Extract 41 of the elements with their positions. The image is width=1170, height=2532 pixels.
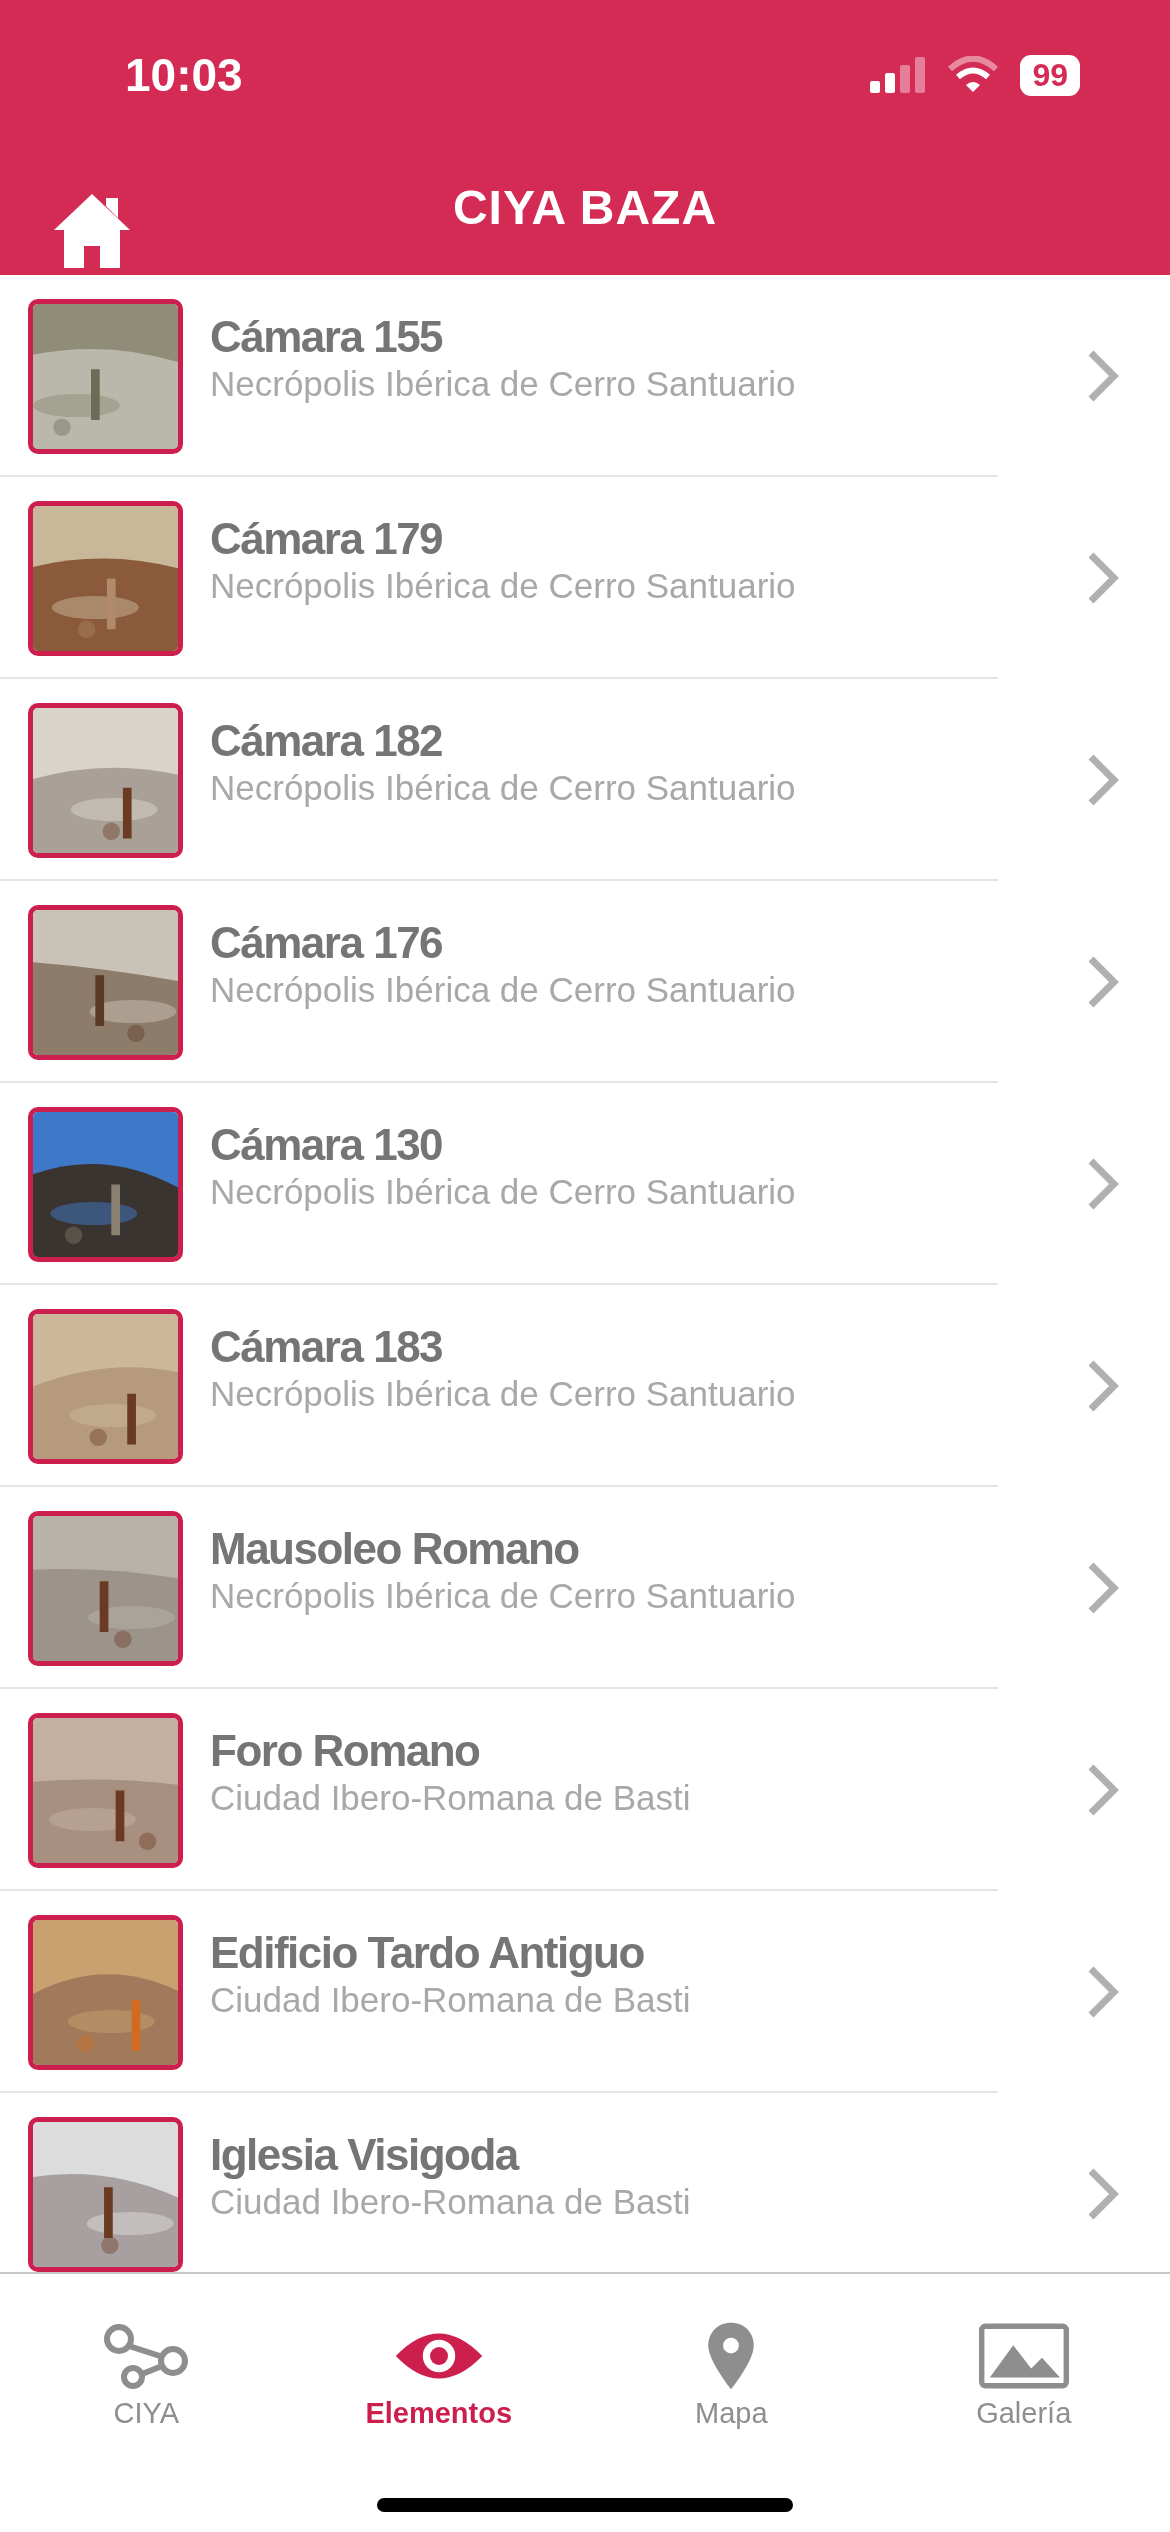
- tab[interactable]: Elementos: [292, 2274, 585, 2444]
- chevron-icon[interactable]: [1086, 550, 1120, 606]
- wifi-icon: [948, 56, 999, 94]
- item-title: Edificio Tardo Antiguo: [210, 1928, 645, 1978]
- item-title: Cámara 182: [210, 716, 444, 766]
- item-title: Cámara 176: [210, 918, 444, 968]
- tab[interactable]: CIYA: [0, 2274, 293, 2444]
- chevron-icon[interactable]: [1086, 1560, 1120, 1616]
- item-subtitle: Ciudad Ibero-Romana de Basti: [210, 1778, 692, 1818]
- nav-title: CIYA BAZA: [452, 180, 718, 235]
- item-subtitle: Necrópolis Ibérica de Cerro Santuario: [210, 566, 797, 606]
- chevron-icon[interactable]: [1086, 1358, 1120, 1414]
- item-title: Foro Romano: [210, 1726, 481, 1776]
- tab[interactable]: Mapa: [585, 2274, 878, 2444]
- chevron-icon[interactable]: [1086, 752, 1120, 808]
- item-title: Cámara 183: [210, 1322, 444, 1372]
- image-icon: [978, 2321, 1069, 2391]
- chevron-icon[interactable]: [1086, 954, 1120, 1010]
- item-subtitle: Necrópolis Ibérica de Cerro Santuario: [210, 1172, 797, 1212]
- item-title: Cámara 155: [210, 312, 444, 362]
- chevron-icon[interactable]: [1086, 1762, 1120, 1818]
- item-subtitle: Necrópolis Ibérica de Cerro Santuario: [210, 1374, 797, 1414]
- tab[interactable]: Galería: [877, 2274, 1170, 2444]
- signal-icon: [870, 57, 927, 93]
- chevron-icon[interactable]: [1086, 1964, 1120, 2020]
- item-title: Mausoleo Romano: [210, 1524, 580, 1574]
- item-subtitle: Necrópolis Ibérica de Cerro Santuario: [210, 1576, 797, 1616]
- battery-level: 99: [1020, 54, 1080, 96]
- status-time: 10:03: [125, 48, 243, 102]
- item-subtitle: Necrópolis Ibérica de Cerro Santuario: [210, 768, 797, 808]
- item-subtitle: Necrópolis Ibérica de Cerro Santuario: [210, 970, 797, 1010]
- chevron-icon[interactable]: [1086, 2166, 1120, 2222]
- item-subtitle: Necrópolis Ibérica de Cerro Santuario: [210, 364, 797, 404]
- home-icon[interactable]: [52, 192, 132, 268]
- chevron-icon[interactable]: [1086, 1156, 1120, 1212]
- item-title: Cámara 179: [210, 514, 444, 564]
- item-title: Iglesia Visigoda: [210, 2130, 520, 2180]
- item-title: Cámara 130: [210, 1120, 444, 1170]
- item-subtitle: Ciudad Ibero-Romana de Basti: [210, 2182, 692, 2222]
- chevron-icon[interactable]: [1086, 348, 1120, 404]
- item-subtitle: Ciudad Ibero-Romana de Basti: [210, 1980, 692, 2020]
